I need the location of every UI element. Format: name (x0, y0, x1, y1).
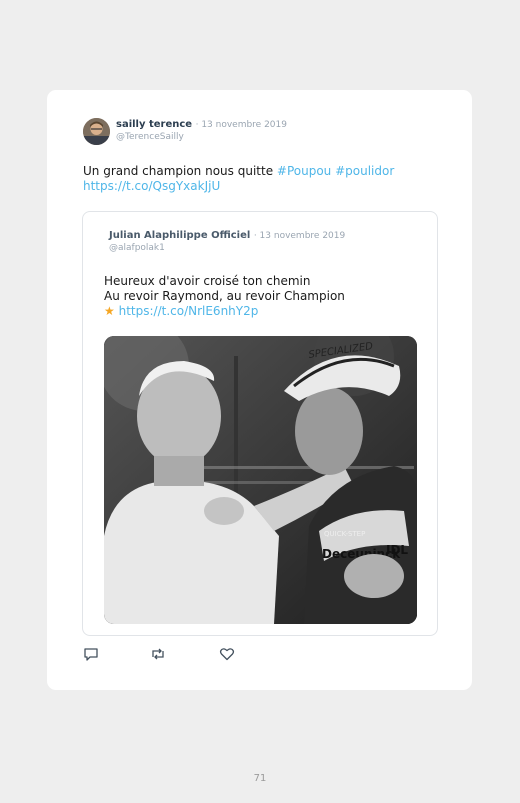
avatar[interactable] (83, 118, 110, 145)
reply-icon[interactable] (83, 646, 99, 662)
tweet-date[interactable]: 13 novembre 2019 (201, 120, 287, 130)
heart-icon[interactable] (219, 646, 235, 662)
star-icon: ★ (104, 304, 115, 318)
quoted-link[interactable]: https://t.co/NrlE6nhY2p (119, 304, 259, 318)
quoted-photo[interactable]: SPECIALIZED Deceuninck QUICK-STEP IDL (104, 336, 417, 624)
quoted-date[interactable]: 13 novembre 2019 (260, 231, 346, 241)
quoted-handle[interactable]: @alafpolak1 (109, 243, 165, 253)
photo-jersey-text-2: QUICK-STEP (324, 530, 365, 538)
page-number: 71 (253, 773, 267, 784)
tweet-card: sailly terence · 13 novembre 2019 @Teren… (47, 90, 472, 690)
hashtag-poulidor[interactable]: #poulidor (335, 164, 394, 178)
quoted-author-line: Julian Alaphilippe Officiel · 13 novembr… (109, 230, 346, 241)
quoted-line-1: Heureux d'avoir croisé ton chemin (104, 274, 311, 288)
hashtag-poupou[interactable]: #Poupou (277, 164, 331, 178)
quoted-text: Heureux d'avoir croisé ton chemin Au rev… (104, 274, 424, 319)
photo-jersey-text-3: IDL (386, 543, 408, 557)
tweet-link[interactable]: https://t.co/QsgYxakJjU (83, 179, 220, 193)
author-handle[interactable]: @TerenceSailly (116, 132, 184, 142)
quoted-line-2: Au revoir Raymond, au revoir Champion (104, 289, 345, 303)
quoted-tweet[interactable]: Julian Alaphilippe Officiel · 13 novembr… (82, 211, 438, 636)
retweet-icon[interactable] (150, 646, 166, 662)
author-name[interactable]: sailly terence (116, 119, 192, 130)
quoted-author-name[interactable]: Julian Alaphilippe Officiel (109, 230, 250, 241)
author-line: sailly terence · 13 novembre 2019 (116, 119, 287, 130)
tweet-text: Un grand champion nous quitte #Poupou #p… (83, 164, 443, 194)
tweet-body: Un grand champion nous quitte (83, 164, 277, 178)
